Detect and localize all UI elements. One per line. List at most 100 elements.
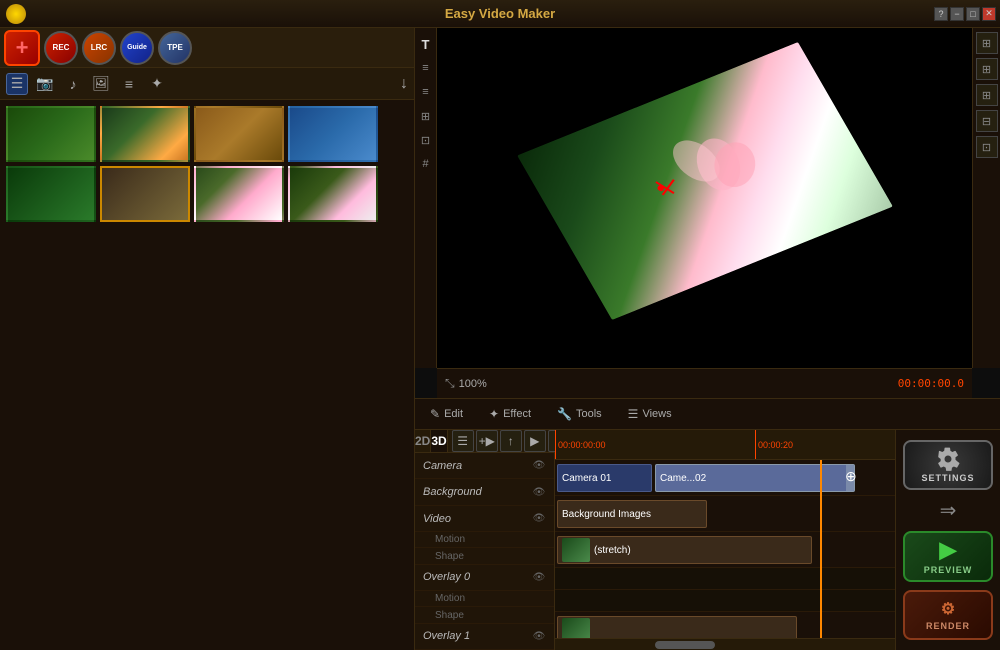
- align-left-icon[interactable]: ≡: [416, 58, 436, 78]
- time-display: 00:00:00.0: [898, 377, 964, 390]
- preview-button[interactable]: ▶ PREVIEW: [903, 531, 993, 581]
- guide-button[interactable]: Guide: [120, 31, 154, 65]
- help-button[interactable]: ?: [934, 7, 948, 21]
- timeline-add-btn[interactable]: +▶: [476, 430, 498, 452]
- titlebar: Easy Video Maker ? − □ ✕: [0, 0, 1000, 28]
- preview-canvas: [437, 28, 972, 368]
- play-icon: ▶: [940, 537, 957, 563]
- edit-icon: ✎: [430, 407, 440, 421]
- gear-icon: [936, 447, 960, 471]
- ruler-mark-20: 00:00:20: [755, 430, 793, 459]
- align-center-icon[interactable]: ≡: [416, 82, 436, 102]
- text-tool-icon[interactable]: T: [416, 34, 436, 54]
- timeline-play-btn[interactable]: ▶: [524, 430, 546, 452]
- timeline-labels: 2D 3D ☰ +▶ ↑ ▶ ■ − + ↩ ↪: [415, 430, 555, 650]
- rec-button[interactable]: REC: [44, 31, 78, 65]
- track-sub-shape1: Shape: [415, 548, 554, 564]
- layout-icon-2[interactable]: ⊞: [976, 58, 998, 80]
- edit-toolbar: ✎ Edit ✦ Effect 🔧 Tools ☰ Views: [415, 398, 1000, 430]
- clip-camera-01[interactable]: Camera 01: [557, 464, 652, 492]
- download-button[interactable]: ↓: [400, 75, 408, 93]
- track-label-video: Video 👁: [415, 506, 554, 532]
- main-toolbar: + REC LRC Guide TPE: [0, 28, 414, 68]
- minimize-button[interactable]: −: [950, 7, 964, 21]
- media-thumb-2[interactable]: [100, 106, 190, 162]
- layout-icon-1[interactable]: ⊞: [976, 32, 998, 54]
- tab-tools[interactable]: 🔧 Tools: [546, 402, 613, 426]
- right-side-panel: SETTINGS ⇒ ▶ PREVIEW ⚙ RENDER: [895, 430, 1000, 650]
- cursor-indicator: ⊕: [845, 468, 857, 485]
- effect-icon: ✦: [489, 407, 499, 421]
- tpe-button[interactable]: TPE: [158, 31, 192, 65]
- overlay1-eye-button[interactable]: 👁: [532, 629, 546, 643]
- tab-edit[interactable]: ✎ Edit: [419, 402, 474, 426]
- timeline-up-btn[interactable]: ↑: [500, 430, 522, 452]
- maximize-button[interactable]: □: [966, 7, 980, 21]
- track-row-background: Background Images: [555, 496, 895, 532]
- app-title: Easy Video Maker: [445, 6, 555, 21]
- video-thumb: [562, 538, 590, 562]
- tab-2d[interactable]: 2D: [415, 430, 431, 452]
- lrc-button[interactable]: LRC: [82, 31, 116, 65]
- render-button[interactable]: ⚙ RENDER: [903, 590, 993, 640]
- timeline-content: 00:00:00:00 00:00:20 00:00:40 00:01:00 C…: [555, 430, 895, 650]
- layout-icon-3[interactable]: ⊞: [976, 84, 998, 106]
- media-thumb-5[interactable]: [6, 166, 96, 222]
- media-row-2: [6, 166, 408, 222]
- media-thumb-8[interactable]: [288, 166, 378, 222]
- titlebar-left: [0, 4, 32, 24]
- h-scroll-thumb[interactable]: [655, 641, 715, 649]
- track-row-shape1: [555, 590, 895, 612]
- background-eye-button[interactable]: 👁: [532, 485, 546, 499]
- media-all-button[interactable]: ☰: [6, 73, 28, 95]
- media-star-button[interactable]: ✦: [146, 73, 168, 95]
- media-row-1: [6, 106, 408, 162]
- track-row-motion1: [555, 568, 895, 590]
- overlay0-thumb: [562, 618, 590, 638]
- track-sub-motion2: Motion: [415, 591, 554, 607]
- track-label-background: Background 👁: [415, 479, 554, 505]
- left-panel: + REC LRC Guide TPE ☰ 📷 ♪ 🖼 ≡ ✦ ↓: [0, 28, 415, 650]
- grid-icon[interactable]: ⊞: [416, 106, 436, 126]
- media-toolbar: ☰ 📷 ♪ 🖼 ≡ ✦ ↓: [0, 68, 414, 100]
- overlay0-eye-button[interactable]: 👁: [532, 570, 546, 584]
- clip-camera-02[interactable]: Came...02: [655, 464, 855, 492]
- zoom-level: 100%: [459, 378, 487, 390]
- hashtag-icon[interactable]: #: [416, 154, 436, 174]
- settings-button[interactable]: SETTINGS: [903, 440, 993, 490]
- tab-views[interactable]: ☰ Views: [617, 402, 683, 426]
- layout-icon-5[interactable]: ⊡: [976, 136, 998, 158]
- clip-overlay0[interactable]: [557, 616, 797, 638]
- media-image-button[interactable]: 🖼: [90, 73, 112, 95]
- media-thumb-4[interactable]: [288, 106, 378, 162]
- timeline-tracks: Camera 01 Came...02 ⊕ Background Images: [555, 460, 895, 638]
- media-list-button[interactable]: ≡: [118, 73, 140, 95]
- track-row-camera: Camera 01 Came...02 ⊕: [555, 460, 895, 496]
- arrow-icon: ⇒: [940, 498, 957, 523]
- track-label-overlay1: Overlay 1 👁: [415, 624, 554, 650]
- media-thumb-3[interactable]: [194, 106, 284, 162]
- camera-eye-button[interactable]: 👁: [532, 459, 546, 473]
- expand-icon[interactable]: ⤡: [445, 376, 455, 391]
- preview-area: [ Untitle *] 864x480 T ≡ ≡ ⊞ ⊡ #: [415, 28, 1000, 368]
- timeline-list-btn[interactable]: ☰: [452, 430, 474, 452]
- media-thumb-7[interactable]: [194, 166, 284, 222]
- media-audio-button[interactable]: ♪: [62, 73, 84, 95]
- media-thumb-1[interactable]: [6, 106, 96, 162]
- media-photo-button[interactable]: 📷: [34, 73, 56, 95]
- tab-3d[interactable]: 3D: [431, 430, 447, 452]
- crop-icon[interactable]: ⊡: [416, 130, 436, 150]
- close-button[interactable]: ✕: [982, 7, 996, 21]
- clip-background[interactable]: Background Images: [557, 500, 707, 528]
- video-eye-button[interactable]: 👁: [532, 512, 546, 526]
- preview-3d-image: [517, 42, 893, 320]
- titlebar-controls[interactable]: ? − □ ✕: [934, 7, 1000, 21]
- layout-icon-4[interactable]: ⊟: [976, 110, 998, 132]
- preview-footer: ⤡ 100% 00:00:00.0: [437, 368, 972, 398]
- media-thumb-6[interactable]: [100, 166, 190, 222]
- add-button[interactable]: +: [4, 30, 40, 66]
- right-panel: [ Untitle *] 864x480 T ≡ ≡ ⊞ ⊡ #: [415, 28, 1000, 650]
- clip-video[interactable]: (stretch): [557, 536, 812, 564]
- timeline-ruler: 00:00:00:00 00:00:20 00:00:40 00:01:00: [555, 430, 895, 460]
- tab-effect[interactable]: ✦ Effect: [478, 402, 542, 426]
